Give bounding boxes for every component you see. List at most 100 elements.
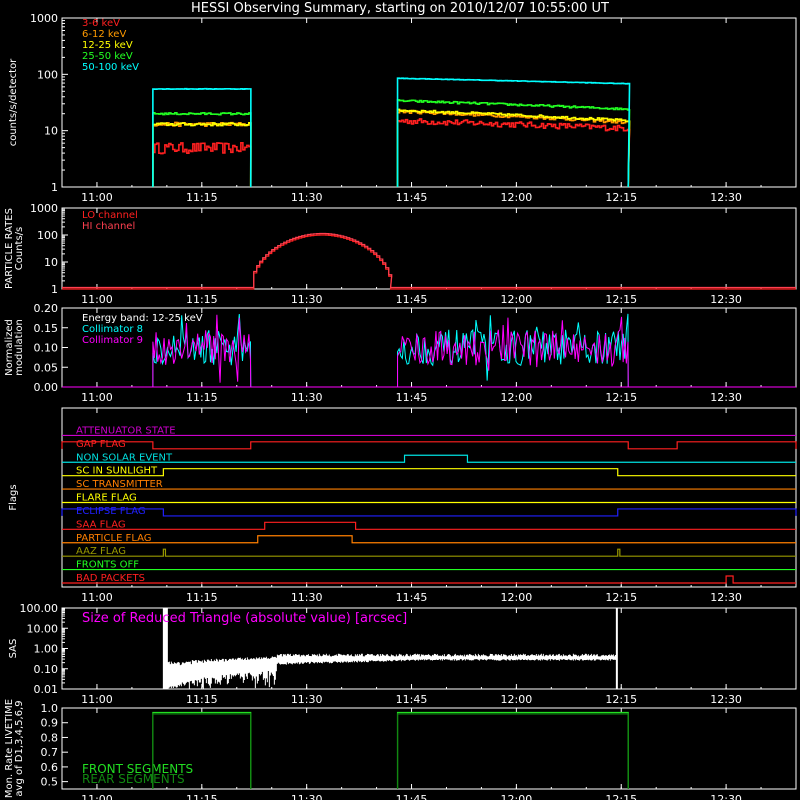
series-line-3-6-keV (152, 141, 252, 188)
legend-entry: 50-100 keV (82, 62, 139, 73)
x-tick-label: 11:15 (186, 591, 218, 604)
x-tick-label: 11:00 (81, 293, 113, 306)
flag-line-ECLIPSE-FLAG (61, 508, 797, 517)
flag-label: AAZ FLAG (76, 546, 126, 557)
x-tick-label: 12:30 (710, 191, 742, 204)
annotation: Size of Reduced Triangle (absolute value… (82, 611, 407, 626)
y-tick-label: 0.8 (41, 731, 59, 744)
x-tick-label: 12:30 (710, 391, 742, 404)
x-tick-label: 12:30 (710, 293, 742, 306)
y-tick-label: 0.01 (34, 683, 59, 696)
panel-frame-particle_rates (61, 207, 797, 290)
flag-label: SC TRANSMITTER (76, 479, 163, 490)
y-axis-label: counts/s/detector (8, 58, 19, 146)
legend-entry: 6-12 keV (82, 29, 126, 40)
flag-line-AAZ-FLAG (62, 548, 796, 557)
y-tick-label: 0.9 (41, 717, 59, 730)
x-tick-label: 12:00 (501, 591, 533, 604)
x-tick-label: 11:30 (291, 793, 323, 800)
x-tick-label: 11:30 (291, 693, 323, 706)
legend-entry: Collimator 9 (82, 335, 143, 346)
annotation: Energy band: 12-25 keV (82, 313, 203, 324)
series-line-50-100-keV (152, 87, 252, 188)
x-tick-label: 12:15 (605, 591, 637, 604)
x-tick-label: 12:30 (710, 793, 742, 800)
y-tick-label: 0.15 (34, 322, 59, 335)
flag-line-GAP-FLAG (61, 441, 797, 450)
legend-entry: REAR SEGMENTS (82, 772, 185, 786)
legend-entry: Collimator 8 (82, 324, 143, 335)
y-tick-label: 0.00 (34, 381, 59, 394)
flag-label: SAA FLAG (76, 519, 126, 530)
x-tick-label: 11:30 (291, 293, 323, 306)
y-axis-label: Flags (8, 484, 19, 510)
series-line-12-25-keV (152, 122, 252, 188)
x-tick-label: 11:15 (186, 693, 218, 706)
series-line-3-6-keV (396, 118, 631, 188)
y-tick-label: 1 (51, 181, 58, 194)
particle-line-hi (62, 232, 796, 289)
hessi-summary-figure: HESSI Observing Summary, starting on 201… (0, 0, 800, 800)
x-tick-label: 11:15 (186, 391, 218, 404)
y-tick-label: 100.00 (20, 602, 59, 615)
x-tick-label: 11:30 (291, 591, 323, 604)
series-line-FRONT-SEGMENTS (152, 711, 629, 789)
y-axis-label: SAS (8, 639, 19, 659)
y-tick-label: 0.05 (34, 361, 59, 374)
flag-line-NON-SOLAR-EVENT (62, 454, 796, 463)
legend-entry: HI channel (82, 221, 135, 232)
x-tick-label: 11:30 (291, 191, 323, 204)
y-tick-label: 1 (51, 283, 58, 296)
x-tick-label: 11:00 (81, 591, 113, 604)
x-tick-label: 11:30 (291, 391, 323, 404)
x-tick-label: 11:45 (396, 191, 428, 204)
y-tick-label: 100 (37, 229, 58, 242)
y-axis-label: Counts/s (14, 227, 25, 271)
x-tick-label: 12:15 (605, 793, 637, 800)
x-tick-label: 12:15 (605, 391, 637, 404)
x-tick-label: 11:15 (186, 293, 218, 306)
y-tick-label: 1.00 (34, 643, 59, 656)
x-tick-label: 12:00 (501, 391, 533, 404)
flag-label: ECLIPSE FLAG (76, 506, 146, 517)
y-axis-label: modulation (14, 319, 25, 376)
y-tick-label: 10 (44, 125, 58, 138)
x-tick-label: 12:00 (501, 293, 533, 306)
y-axis-label: avg of D1,3,4,5,6,9 (14, 700, 25, 796)
x-tick-label: 12:15 (605, 293, 637, 306)
x-tick-label: 12:00 (501, 191, 533, 204)
flag-line-SC-IN-SUNLIGHT (62, 468, 796, 477)
x-tick-label: 11:45 (396, 591, 428, 604)
x-tick-label: 12:30 (710, 693, 742, 706)
x-tick-label: 11:00 (81, 793, 113, 800)
flag-label: PARTICLE FLAG (76, 533, 152, 544)
x-tick-label: 12:15 (605, 693, 637, 706)
legend-entry: 12-25 keV (82, 40, 133, 51)
x-tick-label: 11:45 (396, 793, 428, 800)
x-tick-label: 11:15 (186, 191, 218, 204)
flag-label: FRONTS OFF (76, 560, 139, 571)
flag-label: ATTENUATOR STATE (76, 425, 176, 436)
x-tick-label: 12:00 (501, 793, 533, 800)
y-tick-label: 10 (44, 256, 58, 269)
x-tick-label: 11:15 (186, 793, 218, 800)
y-tick-label: 0.10 (34, 663, 59, 676)
x-tick-label: 12:00 (501, 693, 533, 706)
particle-line-lo (62, 234, 796, 290)
legend-entry: 25-50 keV (82, 51, 133, 62)
flag-line-BAD-PACKETS (62, 575, 796, 584)
x-tick-label: 12:15 (605, 191, 637, 204)
x-tick-label: 11:45 (396, 293, 428, 306)
flag-label: BAD PACKETS (76, 573, 145, 584)
x-tick-label: 11:00 (81, 391, 113, 404)
y-tick-label: 0.20 (34, 302, 59, 315)
x-tick-label: 11:45 (396, 391, 428, 404)
legend-entry: LO channel (82, 210, 138, 221)
flag-label: NON SOLAR EVENT (76, 452, 173, 463)
legend-entry: 3-6 keV (82, 18, 120, 29)
flag-label: FLARE FLAG (76, 493, 137, 504)
flag-line-PARTICLE-FLAG (62, 535, 796, 544)
series-line-6-12-keV (152, 121, 252, 188)
y-tick-label: 0.5 (41, 776, 59, 789)
flag-line-SAA-FLAG (62, 521, 796, 530)
